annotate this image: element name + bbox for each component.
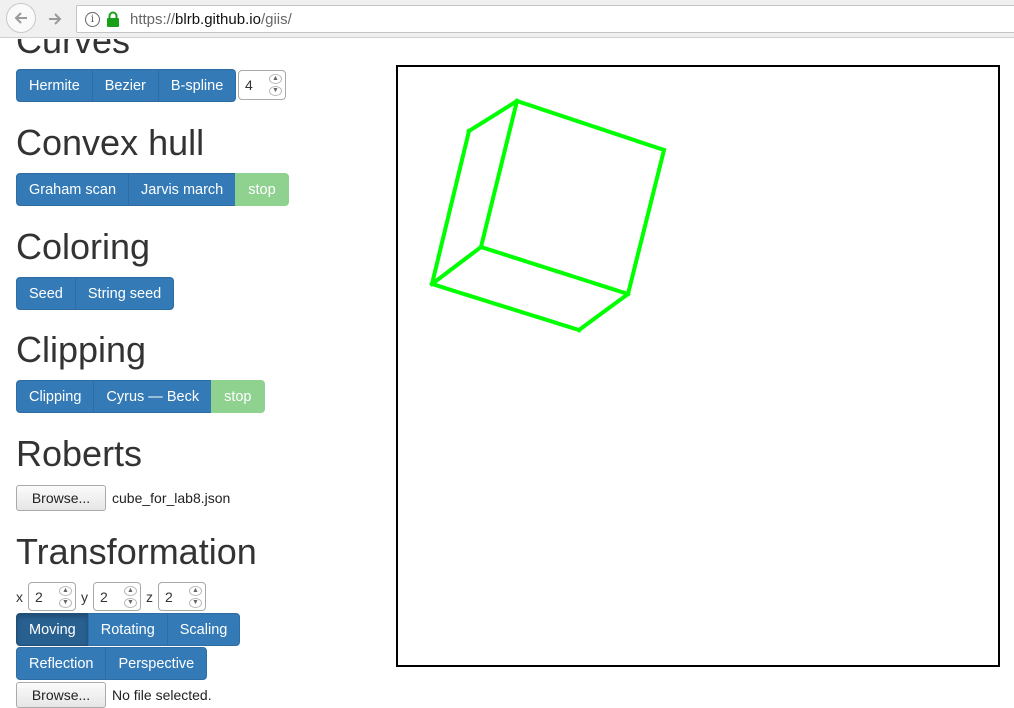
y-stepper[interactable]: 2 ▲ ▼ [93,582,141,611]
spin-up-icon[interactable]: ▲ [269,74,282,84]
coloring-heading: Coloring [16,226,151,267]
arrow-right-icon [49,13,62,25]
address-bar[interactable]: i https://blrb.github.io/giis/ [76,5,1014,33]
roberts-file-name: cube_for_lab8.json [112,490,231,506]
spin-down-icon[interactable]: ▼ [124,598,137,608]
clipping-stop-button[interactable]: stop [211,380,265,413]
jarvis-march-button[interactable]: Jarvis march [128,173,237,206]
curves-button-group: Hermite Bezier B-spline [16,69,237,102]
spin-up-icon[interactable]: ▲ [189,586,202,596]
curves-degree-value: 4 [245,77,253,93]
transform-button-group-1: Moving Rotating Scaling [16,613,241,646]
transform-button-group-2: Reflection Perspective [16,647,208,680]
z-value: 2 [165,588,173,605]
x-stepper[interactable]: 2 ▲ ▼ [28,582,76,611]
b-spline-button[interactable]: B-spline [157,69,237,102]
seed-button[interactable]: Seed [16,277,76,310]
spin-up-icon[interactable]: ▲ [59,586,72,596]
url-scheme: https:// [130,10,176,28]
spin-up-icon[interactable]: ▲ [124,586,137,596]
back-button[interactable] [6,3,36,33]
transformation-file-status: No file selected. [112,687,212,703]
rotating-button[interactable]: Rotating [87,613,168,646]
hermite-button[interactable]: Hermite [16,69,93,102]
spin-down-icon[interactable]: ▼ [269,86,282,96]
perspective-button[interactable]: Perspective [105,647,208,680]
convex-hull-heading: Convex hull [16,122,205,163]
drawing-canvas[interactable] [396,65,1000,667]
cube-wireframe [429,98,667,333]
moving-button[interactable]: Moving [16,613,89,646]
roberts-browse-button[interactable]: Browse... [16,485,106,511]
arrow-left-icon [14,12,27,24]
lock-icon [107,11,119,27]
coloring-button-group: Seed String seed [16,277,175,310]
curves-degree-stepper[interactable]: 4 ▲ ▼ [238,70,286,100]
browser-toolbar: i https://blrb.github.io/giis/ [0,0,1014,38]
x-label: x [16,589,23,605]
bezier-button[interactable]: Bezier [91,69,159,102]
y-label: y [81,589,88,605]
string-seed-button[interactable]: String seed [74,277,175,310]
z-stepper[interactable]: 2 ▲ ▼ [158,582,206,611]
forward-button[interactable] [40,5,70,33]
scaling-button[interactable]: Scaling [166,613,241,646]
y-value: 2 [100,588,108,605]
url-path: /giis/ [260,10,292,28]
roberts-heading: Roberts [16,433,143,474]
curves-heading: Curves [16,39,131,61]
cyrus-beck-button[interactable]: Cyrus — Beck [93,380,213,413]
convex-hull-button-group: Graham scan Jarvis march stop [16,173,289,206]
transformation-heading: Transformation [16,531,257,572]
reflection-button[interactable]: Reflection [16,647,107,680]
x-value: 2 [35,588,43,605]
spin-down-icon[interactable]: ▼ [189,598,202,608]
clipping-button[interactable]: Clipping [16,380,95,413]
spin-down-icon[interactable]: ▼ [59,598,72,608]
info-icon[interactable]: i [85,11,100,27]
page-content: Curves Hermite Bezier B-spline 4 ▲ ▼ Conv… [0,39,1014,708]
url-host: blrb.github.io [175,10,261,28]
clipping-heading: Clipping [16,329,147,370]
transformation-browse-button[interactable]: Browse... [16,682,106,708]
convex-hull-stop-button[interactable]: stop [235,173,289,206]
z-label: z [146,589,153,605]
clipping-button-group: Clipping Cyrus — Beck stop [16,380,265,413]
graham-scan-button[interactable]: Graham scan [16,173,130,206]
